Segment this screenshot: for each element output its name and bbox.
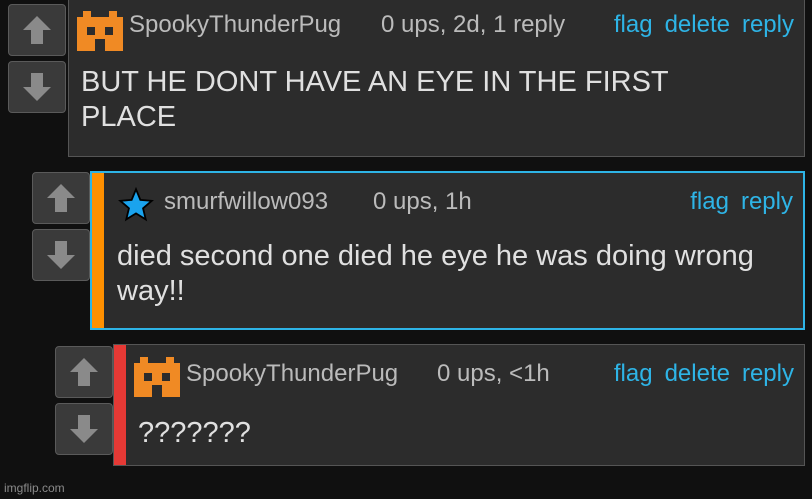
upvote-button[interactable] — [32, 172, 90, 224]
comment-meta: 0 ups, <1h — [437, 360, 550, 387]
comment-actions: flag delete reply — [614, 0, 794, 51]
flag-link[interactable]: flag — [614, 348, 653, 400]
reply-link[interactable]: reply — [742, 0, 794, 51]
flag-link[interactable]: flag — [690, 176, 729, 228]
comment-header: smurfwillow093 0 ups, 1h flag reply — [92, 173, 803, 225]
comment-meta: 0 ups, 1h — [373, 188, 472, 215]
comment-meta: 0 ups, 2d, 1 reply — [381, 11, 566, 38]
comment-text: BUT HE DONT HAVE AN EYE IN THE FIRST PLA… — [81, 66, 669, 133]
comment-text: died second one died he eye he was doing… — [117, 240, 754, 307]
comment-text: ??????? — [138, 417, 251, 449]
comment-header: SpookyThunderPug 0 ups, <1h flag delete … — [114, 345, 804, 397]
upvote-button[interactable] — [55, 346, 113, 398]
vote-controls — [8, 4, 68, 113]
flag-link[interactable]: flag — [614, 0, 653, 51]
comment-box-focused: smurfwillow093 0 ups, 1h flag reply died… — [90, 171, 805, 330]
downvote-button[interactable] — [55, 403, 113, 455]
username[interactable]: smurfwillow093 — [164, 176, 328, 228]
downvote-button[interactable] — [32, 229, 90, 281]
reply-link[interactable]: reply — [741, 176, 793, 228]
comment-1: SpookyThunderPug 0 ups, 2d, 1 reply flag… — [0, 0, 812, 160]
vote-controls — [32, 172, 92, 281]
delete-link[interactable]: delete — [665, 0, 730, 51]
comment-box: SpookyThunderPug 0 ups, <1h flag delete … — [113, 344, 805, 466]
comment-actions: flag delete reply — [614, 348, 794, 400]
up-arrow-icon — [70, 358, 98, 386]
up-arrow-icon — [23, 16, 51, 44]
down-arrow-icon — [47, 241, 75, 269]
comment-header: SpookyThunderPug 0 ups, 2d, 1 reply flag… — [69, 0, 804, 51]
down-arrow-icon — [70, 415, 98, 443]
pixel-avatar-icon[interactable] — [77, 7, 123, 51]
delete-link[interactable]: delete — [665, 348, 730, 400]
down-arrow-icon — [23, 73, 51, 101]
comment-2: smurfwillow093 0 ups, 1h flag reply died… — [0, 168, 812, 333]
username[interactable]: SpookyThunderPug — [129, 0, 341, 51]
downvote-button[interactable] — [8, 61, 66, 113]
star-avatar-icon[interactable] — [118, 187, 154, 223]
watermark: imgflip.com — [4, 481, 65, 495]
pixel-avatar-icon[interactable] — [134, 353, 180, 397]
vote-controls — [55, 346, 115, 455]
comment-3: SpookyThunderPug 0 ups, <1h flag delete … — [0, 340, 812, 470]
upvote-button[interactable] — [8, 4, 66, 56]
comment-actions: flag reply — [690, 176, 793, 228]
username[interactable]: SpookyThunderPug — [186, 348, 398, 400]
reply-link[interactable]: reply — [742, 348, 794, 400]
comment-box: SpookyThunderPug 0 ups, 2d, 1 reply flag… — [68, 0, 805, 157]
up-arrow-icon — [47, 184, 75, 212]
